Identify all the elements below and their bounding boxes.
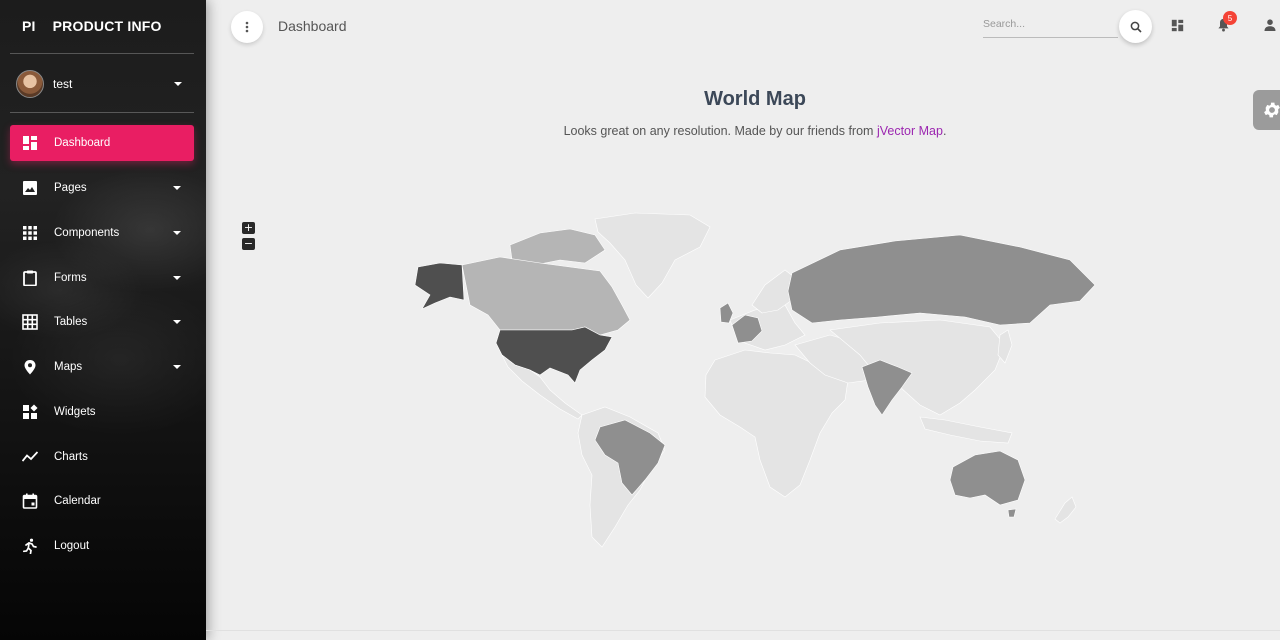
user-name: test xyxy=(53,77,73,91)
timeline-icon xyxy=(22,449,38,465)
subtitle-suffix: . xyxy=(942,124,947,138)
chevron-down-icon xyxy=(173,276,181,280)
sidebar-item-label: Forms xyxy=(54,272,87,284)
region-southeast-asia[interactable] xyxy=(919,416,1013,444)
region-new-zealand[interactable] xyxy=(1054,496,1077,524)
sidebar-item-dashboard[interactable]: Dashboard xyxy=(10,125,194,161)
sidebar-item-label: Widgets xyxy=(54,406,96,418)
chevron-down-icon xyxy=(173,231,181,235)
region-tasmania[interactable] xyxy=(1007,508,1017,518)
sidebar-item-maps[interactable]: Maps xyxy=(10,349,194,385)
sidebar-item-charts[interactable]: Charts xyxy=(10,439,194,475)
sidebar: PI PRODUCT INFO test Dashboard Pages Com… xyxy=(0,0,206,640)
sidebar-item-label: Calendar xyxy=(54,495,101,507)
brand[interactable]: PI PRODUCT INFO xyxy=(22,18,162,34)
brand-short: PI xyxy=(22,18,36,34)
sidebar-item-calendar[interactable]: Calendar xyxy=(10,483,194,519)
apps-grid-icon xyxy=(22,225,38,241)
sidebar-item-pages[interactable]: Pages xyxy=(10,170,194,206)
chevron-down-icon xyxy=(173,186,181,190)
sidebar-item-components[interactable]: Components xyxy=(10,215,194,251)
notification-badge: 5 xyxy=(1223,11,1237,25)
region-greenland[interactable] xyxy=(594,212,711,299)
sidebar-item-label: Components xyxy=(54,227,120,239)
sidebar-item-label: Tables xyxy=(54,316,88,328)
sidebar-item-tables[interactable]: Tables xyxy=(10,304,194,340)
region-canada[interactable] xyxy=(461,256,631,336)
search-field[interactable] xyxy=(983,12,1118,38)
calendar-icon xyxy=(22,493,38,509)
subtitle-text: Looks great on any resolution. Made by o… xyxy=(563,124,877,138)
region-russia[interactable] xyxy=(787,234,1096,326)
region-alaska[interactable] xyxy=(414,262,465,310)
dashboard-toggle-button[interactable] xyxy=(1169,17,1185,33)
world-map[interactable] xyxy=(400,205,1110,555)
image-icon xyxy=(22,180,38,196)
chevron-down-icon xyxy=(173,365,181,369)
table-grid-icon xyxy=(22,314,38,330)
clipboard-icon xyxy=(22,270,38,286)
sidebar-item-label: Logout xyxy=(54,540,90,552)
chevron-down-icon xyxy=(173,320,181,324)
more-vert-icon xyxy=(245,21,249,33)
running-person-icon xyxy=(22,538,38,554)
breadcrumb[interactable]: Dashboard xyxy=(278,18,347,34)
zoom-out-button[interactable]: − xyxy=(242,238,255,250)
map-pin-icon xyxy=(22,359,38,375)
brand-name: PRODUCT INFO xyxy=(52,18,162,34)
jvectormap-link[interactable]: jVector Map xyxy=(877,124,943,138)
person-icon xyxy=(1264,19,1276,31)
page-subtitle: Looks great on any resolution. Made by o… xyxy=(206,124,1280,138)
sidebar-item-label: Dashboard xyxy=(54,137,111,149)
widgets-icon xyxy=(22,404,38,420)
gear-icon xyxy=(1264,102,1280,118)
footer-divider xyxy=(206,630,1280,631)
user-menu[interactable]: test xyxy=(16,69,188,99)
sidebar-item-forms[interactable]: Forms xyxy=(10,260,194,296)
dashboard-icon xyxy=(22,135,38,151)
sidebar-item-label: Maps xyxy=(54,361,83,373)
brand-divider xyxy=(10,53,194,54)
page-title: World Map xyxy=(704,88,806,110)
settings-button[interactable] xyxy=(1253,90,1280,130)
search-icon xyxy=(1130,21,1142,33)
more-vert-button[interactable] xyxy=(231,11,263,43)
avatar xyxy=(16,70,44,98)
region-arctic-islands[interactable] xyxy=(509,228,606,266)
chevron-down-icon xyxy=(174,82,182,86)
sidebar-item-widgets[interactable]: Widgets xyxy=(10,394,194,430)
search-button[interactable] xyxy=(1119,10,1152,43)
search-input[interactable] xyxy=(983,12,1118,30)
sidebar-item-logout[interactable]: Logout xyxy=(10,528,194,564)
region-united-states[interactable] xyxy=(495,326,613,384)
user-divider xyxy=(10,112,194,113)
region-australia[interactable] xyxy=(949,450,1026,506)
sidebar-item-label: Pages xyxy=(54,182,87,194)
dashboard-icon xyxy=(1171,19,1183,31)
zoom-in-button[interactable]: + xyxy=(242,222,255,234)
profile-button[interactable] xyxy=(1262,17,1278,33)
sidebar-item-label: Charts xyxy=(54,451,88,463)
